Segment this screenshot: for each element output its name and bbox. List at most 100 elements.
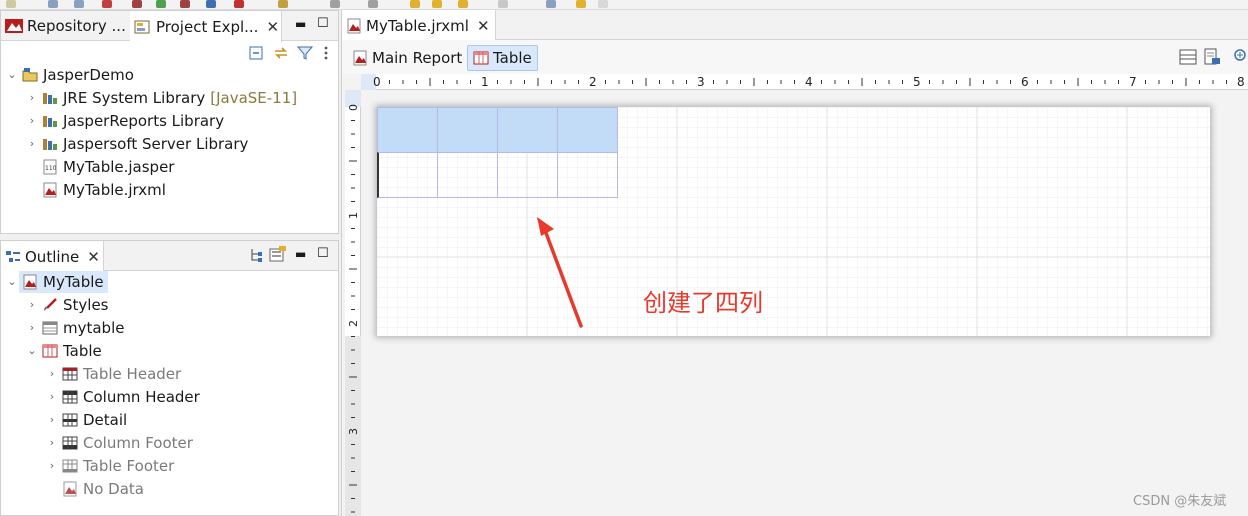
table-detail-cell-2[interactable]: [437, 152, 498, 198]
forward-icon[interactable]: [498, 0, 508, 8]
chevron-right-icon[interactable]: ›: [45, 436, 59, 449]
table-detail-cell-1[interactable]: [377, 152, 438, 198]
tab-repository[interactable]: Repository ...: [1, 11, 129, 41]
table-header-icon: [62, 367, 78, 380]
vertical-ruler-ticks: 0 1 2 3: [345, 90, 361, 516]
debug-icon[interactable]: [102, 0, 112, 8]
outline-item-mytable-dataset[interactable]: › mytable: [25, 316, 125, 339]
tree-item-label: JRE System Library: [63, 88, 206, 107]
outline-item-column-header[interactable]: › Column Header: [45, 385, 200, 408]
tree-item-jasperreports-library[interactable]: › JasperReports Library: [25, 109, 224, 132]
prev-annotation-icon[interactable]: [410, 0, 420, 8]
ruler-label: 2: [589, 75, 597, 89]
chevron-right-icon[interactable]: ›: [25, 114, 39, 127]
collapse-all-icon[interactable]: [249, 45, 265, 61]
watermark: CSDN @朱友斌: [1133, 494, 1227, 509]
chevron-right-icon[interactable]: ›: [25, 91, 39, 104]
table-header-cell-2[interactable]: [437, 107, 498, 153]
report-icon[interactable]: [132, 0, 142, 8]
tab-label: MyTable.jrxml: [366, 16, 469, 35]
tree-item-mytable-jrxml[interactable]: MyTable.jrxml: [25, 178, 166, 201]
open-icon[interactable]: [546, 0, 556, 8]
run-icon[interactable]: [156, 0, 166, 8]
chevron-down-icon[interactable]: ⌄: [5, 275, 19, 288]
tree-item-label: MyTable.jasper: [63, 157, 175, 176]
selection-highlight: MyTable: [19, 270, 108, 293]
tab-project-explorer[interactable]: Project Expl... ✕: [130, 11, 282, 42]
preview-icon[interactable]: [1203, 48, 1221, 66]
tab-mytable-jrxml[interactable]: MyTable.jrxml ✕: [342, 10, 496, 41]
chevron-right-icon[interactable]: ›: [45, 459, 59, 472]
back-icon[interactable]: [458, 0, 468, 8]
tab-outline[interactable]: Outline ✕: [1, 241, 104, 272]
outline-item-styles[interactable]: › Styles: [25, 293, 109, 316]
link-editor-icon[interactable]: [273, 45, 289, 61]
subtab-main-report[interactable]: Main Report: [348, 46, 466, 70]
outline-item-table-footer[interactable]: › Table Footer: [45, 454, 175, 477]
tree-item-jaspersoft-server-library[interactable]: › Jaspersoft Server Library: [25, 132, 249, 155]
table-header-cell-1[interactable]: [377, 107, 438, 153]
chevron-down-icon[interactable]: ⌄: [25, 344, 39, 357]
next-annotation-icon[interactable]: [432, 0, 442, 8]
external-tools-icon[interactable]: [234, 0, 244, 8]
close-icon[interactable]: ✕: [477, 17, 490, 35]
chevron-right-icon[interactable]: ›: [25, 298, 39, 311]
tree-item-jre-library[interactable]: › JRE System Library [JavaSE-11]: [25, 86, 297, 109]
wand-icon[interactable]: [278, 0, 288, 8]
table-header-cell-3[interactable]: [497, 107, 558, 153]
tree-item-mytable-jasper[interactable]: 110 MyTable.jasper: [25, 155, 174, 178]
save-all-icon[interactable]: [74, 0, 84, 8]
minimize-icon[interactable]: ▬: [295, 17, 306, 31]
chevron-right-icon[interactable]: ›: [45, 367, 59, 380]
maximize-icon[interactable]: ☐: [317, 246, 329, 261]
tree-item-label: No Data: [83, 479, 144, 498]
outline-item-no-data[interactable]: No Data: [45, 477, 144, 500]
chevron-right-icon[interactable]: ›: [25, 137, 39, 150]
library-icon: [43, 115, 57, 127]
new-icon[interactable]: [6, 0, 16, 8]
outline-item-column-footer[interactable]: › Column Footer: [45, 431, 193, 454]
outline-item-table[interactable]: ⌄ Table: [25, 339, 101, 362]
nav-back-icon[interactable]: [576, 0, 586, 8]
brush-icon: [44, 297, 57, 311]
server-icon[interactable]: [206, 0, 216, 8]
main-toolbar: [0, 0, 1248, 10]
jasper-file-icon: 110: [43, 159, 57, 174]
tree-item-jasperdemo[interactable]: ⌄ JasperDemo: [5, 63, 134, 86]
table-detail-cell-3[interactable]: [497, 152, 558, 198]
outline-tabbar: Outline ✕ ▬ ☐: [1, 241, 338, 272]
close-icon[interactable]: ✕: [87, 248, 100, 266]
minimize-icon[interactable]: ▬: [295, 247, 306, 261]
report-icon: [353, 50, 367, 66]
outline-preview-icon[interactable]: [269, 245, 287, 263]
publish-icon[interactable]: [180, 0, 190, 8]
toggle-bands-icon[interactable]: [1179, 48, 1197, 66]
table-detail-cell-4[interactable]: [557, 152, 618, 198]
table-header-cell-4[interactable]: [557, 107, 618, 153]
search-icon[interactable]: [330, 0, 340, 8]
maximize-icon[interactable]: ☐: [317, 16, 329, 31]
zoom-in-icon[interactable]: [1233, 48, 1248, 66]
filter-icon[interactable]: [297, 45, 313, 61]
explorer-view-toolbar: [249, 45, 331, 61]
ruler-label: 7: [1129, 75, 1137, 89]
report-canvas[interactable]: 创建了四列: [377, 107, 1210, 336]
nav-forward-icon[interactable]: [598, 0, 608, 8]
ruler-label: 4: [805, 75, 813, 89]
chevron-right-icon[interactable]: ›: [25, 321, 39, 334]
save-icon[interactable]: [48, 0, 58, 8]
svg-text:110: 110: [45, 165, 57, 172]
view-menu-icon[interactable]: [321, 45, 331, 61]
chevron-right-icon[interactable]: ›: [45, 413, 59, 426]
subtab-table[interactable]: Table: [467, 45, 538, 71]
close-icon[interactable]: ✕: [266, 18, 279, 36]
tree-item-label: MyTable.jrxml: [63, 180, 166, 199]
chevron-right-icon[interactable]: ›: [45, 390, 59, 403]
outline-item-detail[interactable]: › Detail: [45, 408, 127, 431]
chevron-down-icon[interactable]: ⌄: [5, 68, 19, 81]
hierarchy-icon[interactable]: [249, 247, 263, 263]
outline-item-table-header[interactable]: › Table Header: [45, 362, 181, 385]
tab-label: Project Expl...: [156, 17, 259, 36]
outline-item-mytable[interactable]: ⌄ MyTable: [5, 270, 108, 293]
pin-icon[interactable]: [368, 0, 378, 8]
